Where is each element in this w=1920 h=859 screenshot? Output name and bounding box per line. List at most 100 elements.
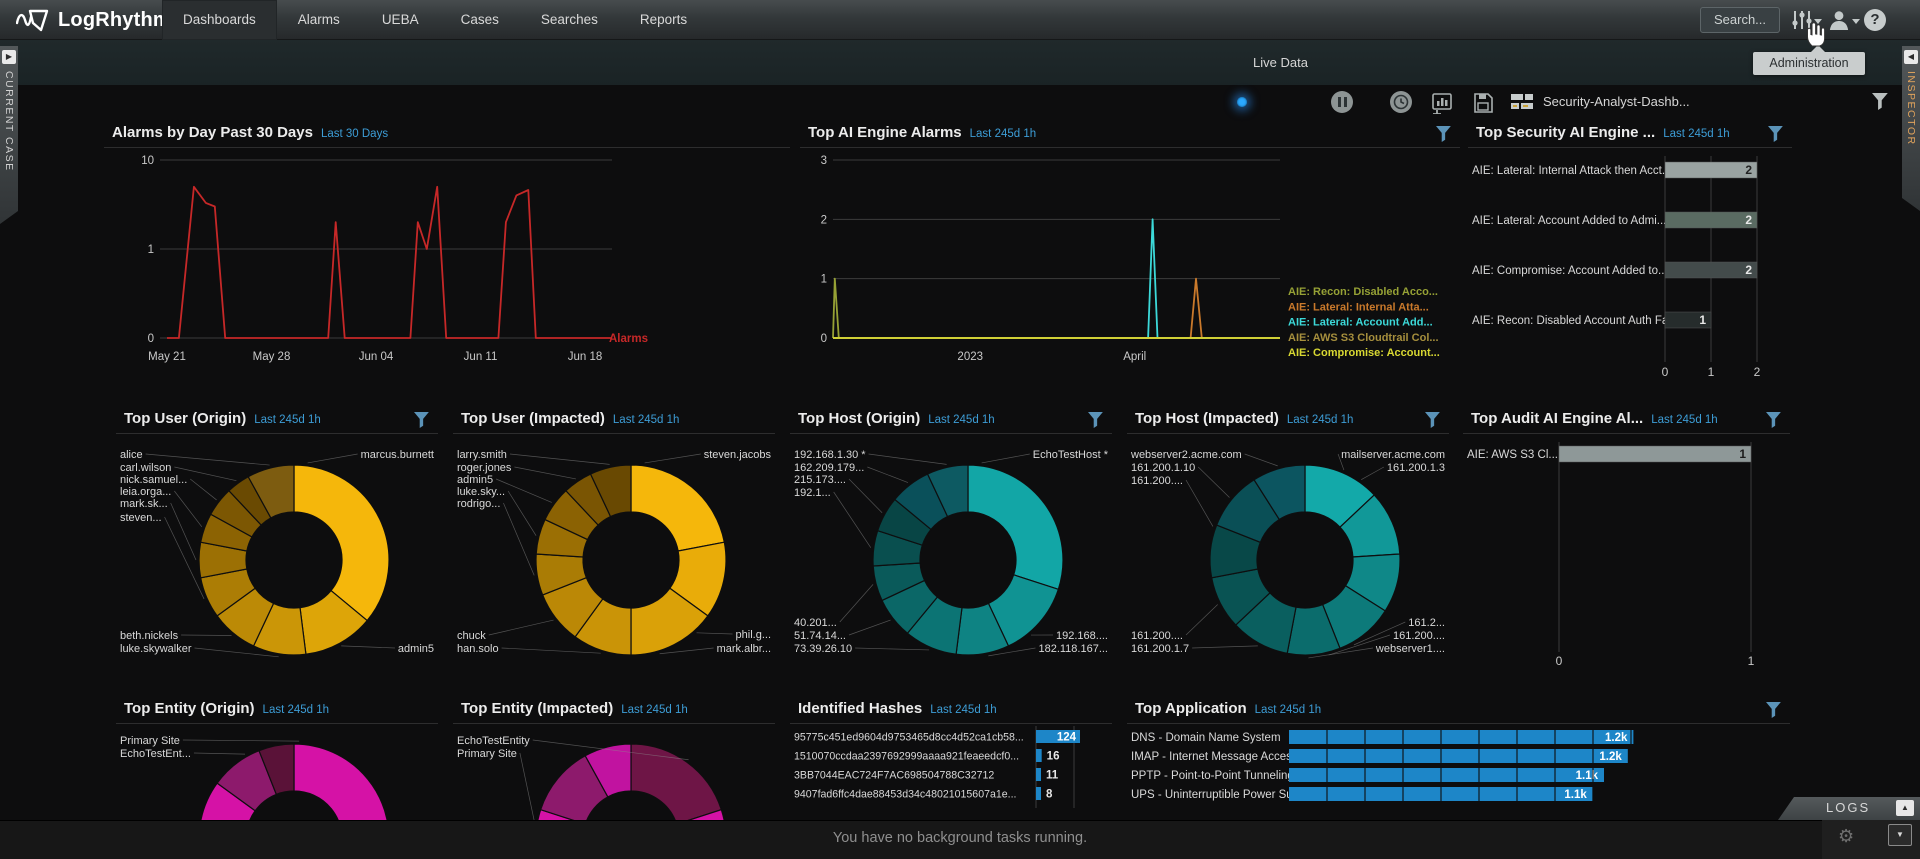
legend-item[interactable]: AIE: Lateral: Account Add...	[1288, 317, 1433, 329]
chart-canvas-alarms-by-day[interactable]: 1010May 21May 28Jun 04Jun 11Jun 18Alarms	[104, 148, 790, 384]
chart-canvas-top-ai-engine-alarms[interactable]: 32102023AprilAIE: Recon: Disabled Acco..…	[800, 148, 1460, 384]
chart-canvas-top-host-impacted[interactable]: mailserver.acme.com161.200.1.3161.2...16…	[1127, 434, 1449, 670]
tab-searches[interactable]: Searches	[520, 0, 619, 40]
widget-time-range[interactable]: Last 245d 1h	[1255, 704, 1322, 716]
tab-reports[interactable]: Reports	[619, 0, 708, 40]
widget-time-range[interactable]: Last 245d 1h	[621, 704, 688, 716]
time-range-clock-icon[interactable]	[1390, 91, 1412, 113]
hash-label: 9407fad6ffc4dae88453d34c48021015607a1e..…	[794, 789, 1017, 801]
user-profile-icon[interactable]	[1827, 9, 1851, 31]
filter-icon[interactable]	[1766, 412, 1782, 428]
bar[interactable]	[1036, 768, 1041, 781]
widget-header: Top Host (Impacted)Last 245d 1h	[1127, 408, 1449, 434]
bar[interactable]	[1559, 446, 1751, 462]
current-case-tab[interactable]: ▶ CURRENT CASE	[0, 46, 18, 224]
chart-canvas-top-security-ai-engine[interactable]: 012AIE: Lateral: Internal Attack then Ac…	[1468, 148, 1792, 384]
legend-item[interactable]: AIE: Recon: Disabled Acco...	[1288, 286, 1438, 298]
chart-canvas-top-entity-impacted[interactable]: EchoTestEntityPrimary Site	[453, 724, 775, 820]
series-1[interactable]	[833, 279, 1280, 338]
donut-label: Primary Site	[457, 748, 517, 760]
widget-time-range[interactable]: Last 245d 1h	[263, 704, 330, 716]
expand-inspector-icon[interactable]: ◀	[1904, 50, 1918, 64]
donut-slice[interactable]	[631, 465, 724, 551]
settings-caret-icon[interactable]	[1814, 19, 1822, 24]
svg-text:124: 124	[1057, 732, 1077, 744]
settings-sliders-icon[interactable]	[1790, 9, 1814, 31]
donut-label: Primary Site	[120, 735, 180, 747]
hash-label: 95775c451ed9604d9753465d8cc4d52ca1cb58..…	[794, 732, 1024, 744]
bar[interactable]	[1036, 787, 1041, 800]
donut-label: 162.209.179...	[794, 462, 864, 474]
filter-icon[interactable]	[1425, 412, 1441, 428]
filter-icon[interactable]	[1436, 126, 1452, 142]
widget-time-range[interactable]: Last 245d 1h	[1663, 128, 1730, 140]
donut-slice[interactable]	[294, 465, 389, 621]
filter-icon[interactable]	[1088, 412, 1104, 428]
widget-time-range[interactable]: Last 245d 1h	[970, 128, 1037, 140]
tab-ueba[interactable]: UEBA	[361, 0, 440, 40]
pause-icon[interactable]	[1331, 91, 1353, 113]
chart-canvas-top-user-origin[interactable]: marcus.burnettadmin5luke.skywalkerbeth.n…	[116, 434, 438, 670]
widget-time-range[interactable]: Last 245d 1h	[613, 414, 680, 426]
widget-top-entity-impacted: Top Entity (Impacted)Last 245d 1hEchoTes…	[453, 698, 775, 820]
filter-icon[interactable]	[1768, 126, 1784, 142]
bar[interactable]	[1665, 262, 1757, 278]
expand-case-icon[interactable]: ▶	[2, 50, 16, 64]
tab-cases[interactable]: Cases	[440, 0, 520, 40]
donut-label: admin5	[398, 643, 434, 655]
widget-time-range[interactable]: Last 30 Days	[321, 128, 388, 140]
widget-time-range[interactable]: Last 245d 1h	[254, 414, 321, 426]
gear-icon[interactable]: ⚙	[1838, 826, 1854, 847]
legend-item[interactable]: AIE: Compromise: Account...	[1288, 347, 1440, 359]
logs-expand-icon[interactable]: ▲	[1896, 800, 1914, 816]
series-0[interactable]	[833, 279, 1280, 338]
chart-canvas-top-host-origin[interactable]: EchoTestHost *192.168....182.118.167...7…	[790, 434, 1112, 670]
dashboard-filter-icon[interactable]	[1872, 93, 1889, 110]
collapse-panel-icon[interactable]: ▼	[1888, 824, 1912, 846]
widget-header: Top Host (Origin)Last 245d 1h	[790, 408, 1112, 434]
legend-item[interactable]: AIE: Lateral: Internal Atta...	[1288, 301, 1429, 313]
dashboard-name[interactable]: Security-Analyst-Dashb...	[1543, 94, 1690, 109]
widget-time-range[interactable]: Last 245d 1h	[928, 414, 995, 426]
bar[interactable]	[1289, 768, 1604, 782]
bar[interactable]	[1289, 730, 1633, 744]
svg-text:11: 11	[1046, 770, 1059, 782]
donut-slice[interactable]	[968, 465, 1063, 589]
widget-time-range[interactable]: Last 245d 1h	[930, 704, 997, 716]
filter-icon[interactable]	[1766, 702, 1782, 718]
chart-canvas-top-audit-ai-engine[interactable]: 01AIE: AWS S3 Cl...1	[1463, 434, 1790, 670]
widget-header: Top Security AI Engine ...Last 245d 1h	[1468, 122, 1792, 148]
user-caret-icon[interactable]	[1852, 19, 1860, 24]
tab-dashboards[interactable]: Dashboards	[162, 0, 277, 40]
svg-text:1.1k: 1.1k	[1564, 789, 1587, 801]
main-nav-tabs: DashboardsAlarmsUEBACasesSearchesReports	[162, 0, 708, 40]
legend-item[interactable]: AIE: AWS S3 Cloudtrail Col...	[1288, 332, 1439, 344]
chart-canvas-top-application[interactable]: DNS - Domain Name System1.2kIMAP - Inter…	[1127, 724, 1790, 820]
bar[interactable]	[1665, 212, 1757, 228]
bar[interactable]	[1289, 749, 1628, 763]
administration-tooltip: Administration	[1753, 52, 1865, 75]
chart-canvas-identified-hashes[interactable]: 95775c451ed9604d9753465d8cc4d52ca1cb58..…	[790, 724, 1112, 820]
chart-canvas-top-entity-origin[interactable]: Primary SiteEchoTestEnt...	[116, 724, 438, 820]
svg-text:May 21: May 21	[148, 351, 186, 363]
donut-label: larry.smith	[457, 449, 507, 461]
widget-time-range[interactable]: Last 245d 1h	[1651, 414, 1718, 426]
bar[interactable]	[1665, 162, 1757, 178]
bar[interactable]	[1036, 749, 1042, 762]
legend-item[interactable]: Alarms	[609, 333, 648, 345]
search-button[interactable]: Search...	[1700, 7, 1780, 33]
top-nav-bar: LogRhythm DashboardsAlarmsUEBACasesSearc…	[0, 0, 1920, 40]
inspector-tab[interactable]: ◀ INSPECTOR	[1902, 46, 1920, 211]
dashboard-layout-icon[interactable]	[1511, 92, 1537, 112]
series-0[interactable]	[167, 187, 612, 338]
add-widget-icon[interactable]	[1430, 92, 1454, 114]
tab-alarms[interactable]: Alarms	[277, 0, 361, 40]
filter-icon[interactable]	[414, 412, 430, 428]
donut-slice[interactable]	[631, 744, 721, 820]
help-icon[interactable]: ?	[1864, 9, 1886, 31]
chart-canvas-top-user-impacted[interactable]: steven.jacobsphil.g...mark.albr...han.so…	[453, 434, 775, 670]
widget-time-range[interactable]: Last 245d 1h	[1287, 414, 1354, 426]
svg-text:1: 1	[1739, 447, 1746, 461]
logs-tab[interactable]: LOGS ▲	[1778, 797, 1920, 820]
save-dashboard-icon[interactable]	[1471, 92, 1495, 114]
